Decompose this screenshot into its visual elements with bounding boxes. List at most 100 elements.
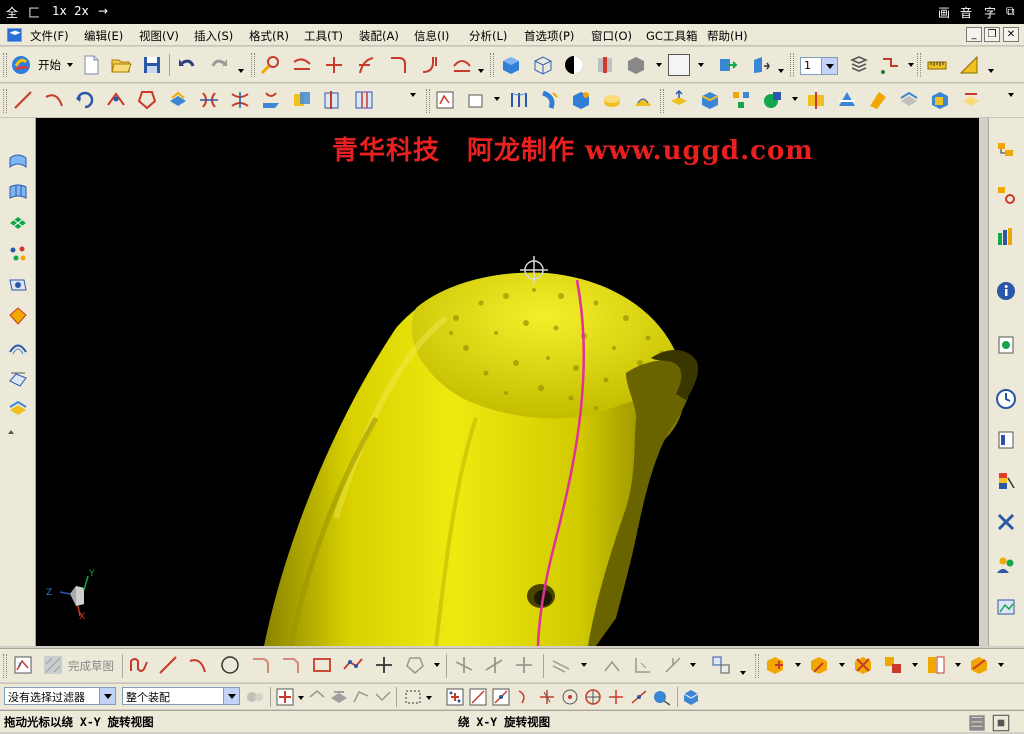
select-body-icon[interactable] [306, 686, 328, 708]
section-curve-icon[interactable] [322, 89, 344, 111]
model-view[interactable] [36, 118, 979, 646]
sketch-task-icon[interactable]: x [12, 654, 34, 676]
open-folder-icon[interactable] [110, 54, 132, 76]
orient-view-icon[interactable] [716, 54, 738, 76]
control-point-snap-icon[interactable] [513, 686, 535, 708]
sketch-polygon-icon[interactable] [404, 654, 426, 676]
point-cloud-icon[interactable] [7, 243, 29, 265]
curve-tool-icon[interactable] [291, 54, 313, 76]
polygon-icon[interactable] [136, 89, 158, 111]
background-color-icon[interactable] [668, 54, 690, 76]
surface-grid-icon[interactable] [7, 181, 29, 203]
quadrant-snap-icon[interactable] [582, 686, 604, 708]
toolbar-grip[interactable] [251, 53, 255, 77]
menu-assembly[interactable]: 装配(A) [359, 28, 399, 44]
through-curves-icon[interactable] [508, 89, 530, 111]
assembly-navigator-icon[interactable] [995, 140, 1017, 162]
block-icon[interactable] [570, 89, 592, 111]
offset-sketch-curve-icon[interactable] [550, 654, 572, 676]
snap-view-icon[interactable] [750, 54, 772, 76]
menu-edit[interactable]: 编辑(E) [84, 28, 123, 44]
curve-dropdown-arrow[interactable] [478, 69, 484, 73]
close-doc-button[interactable]: ✕ [1003, 27, 1019, 42]
curve-network-icon[interactable] [7, 367, 29, 389]
studio-spline-icon[interactable] [342, 654, 364, 676]
assembly-dropdown-arrow[interactable] [792, 97, 798, 101]
toolbar-grip[interactable] [755, 654, 759, 678]
line-icon[interactable] [12, 89, 34, 111]
datum-plane-icon[interactable] [465, 89, 487, 111]
select-curve-icon[interactable] [372, 686, 394, 708]
wave-link-icon[interactable] [968, 654, 990, 676]
view-dropdown-arrow[interactable] [656, 63, 662, 67]
menu-info[interactable]: 信息(I) [414, 28, 449, 44]
assembly-component-icon[interactable] [761, 89, 783, 111]
restore-button[interactable]: ⧉ [1006, 4, 1015, 19]
midpoint-snap-icon[interactable] [490, 686, 512, 708]
general-selection-icon[interactable] [244, 686, 266, 708]
undo-icon[interactable] [176, 54, 198, 76]
cylinder-icon[interactable] [601, 89, 623, 111]
render-style-icon[interactable] [563, 54, 585, 76]
datum-dropdown-arrow[interactable] [494, 97, 500, 101]
existing-point-snap-icon[interactable] [605, 686, 627, 708]
pattern-icon[interactable] [730, 89, 752, 111]
sequence-dropdown-arrow[interactable] [955, 663, 961, 667]
surface-icon[interactable] [7, 150, 29, 172]
zoom-2x-button[interactable]: 2x [74, 4, 89, 18]
measure-dropdown-arrow[interactable] [988, 69, 994, 73]
snap-point-icon[interactable] [444, 686, 466, 708]
start-button[interactable]: 开始 [38, 57, 61, 73]
mirror-icon[interactable] [198, 89, 220, 111]
component-dropdown-arrow[interactable] [795, 663, 801, 667]
studio-surface-icon[interactable] [7, 398, 29, 420]
sew-icon[interactable] [867, 89, 889, 111]
menu-insert[interactable]: 插入(S) [194, 28, 233, 44]
extract-geometry-icon[interactable] [929, 89, 951, 111]
fit-window-icon[interactable] [990, 712, 1010, 732]
toolbar-grip[interactable] [426, 89, 430, 113]
toolbar-grip[interactable] [790, 53, 794, 77]
status-toggle-icon[interactable] [966, 712, 986, 732]
select-edge-icon[interactable] [350, 686, 372, 708]
join-curve-icon[interactable] [419, 54, 441, 76]
menu-preferences[interactable]: 首选项(P) [524, 28, 574, 44]
start-dropdown-arrow[interactable] [67, 63, 73, 67]
window-button[interactable]: 匚 [28, 4, 40, 21]
arc-icon[interactable] [43, 89, 65, 111]
sketch-rectangle-icon[interactable] [311, 654, 333, 676]
make-corner-icon[interactable] [513, 654, 535, 676]
project-curve-icon[interactable] [260, 89, 282, 111]
measure-distance-icon[interactable] [926, 54, 948, 76]
swept-icon[interactable] [539, 89, 561, 111]
surface-overflow-arrow[interactable] [1008, 93, 1014, 97]
sketch-circle-icon[interactable] [219, 654, 241, 676]
sketch-arc-icon[interactable] [187, 654, 209, 676]
quick-trim-icon[interactable] [453, 654, 475, 676]
picture-button[interactable]: 画 [938, 4, 950, 21]
caption-button[interactable]: 字 [984, 4, 996, 21]
minimize-button[interactable]: _ [966, 27, 982, 42]
select-face-icon[interactable] [328, 686, 350, 708]
feature-selection-arrow[interactable] [298, 696, 304, 700]
web-browser-icon[interactable] [995, 334, 1017, 356]
menu-help[interactable]: 帮助(H) [707, 28, 748, 44]
selection-scope-select[interactable]: 整个装配 [122, 687, 240, 705]
patch-icon[interactable] [898, 89, 920, 111]
history-mode-icon[interactable] [995, 596, 1017, 618]
assembly-overflow-arrow[interactable] [998, 663, 1004, 667]
display-dropdown-arrow[interactable] [740, 671, 746, 675]
restore-doc-button[interactable]: ❐ [984, 27, 1000, 42]
finish-sketch-icon[interactable] [42, 654, 64, 676]
menu-file[interactable]: 文件(F) [30, 28, 69, 44]
constraint-navigator-icon[interactable] [995, 184, 1017, 206]
layer-settings-icon[interactable] [848, 54, 870, 76]
trim-icon[interactable] [323, 54, 345, 76]
section-view-icon[interactable] [594, 54, 616, 76]
blend-face-icon[interactable] [632, 89, 654, 111]
start-icon[interactable] [10, 54, 32, 76]
type-filter-arrow[interactable] [99, 688, 115, 704]
add-component-icon[interactable] [764, 654, 786, 676]
orient-dropdown-arrow[interactable] [778, 69, 784, 73]
fit-surface-icon[interactable] [7, 274, 29, 296]
